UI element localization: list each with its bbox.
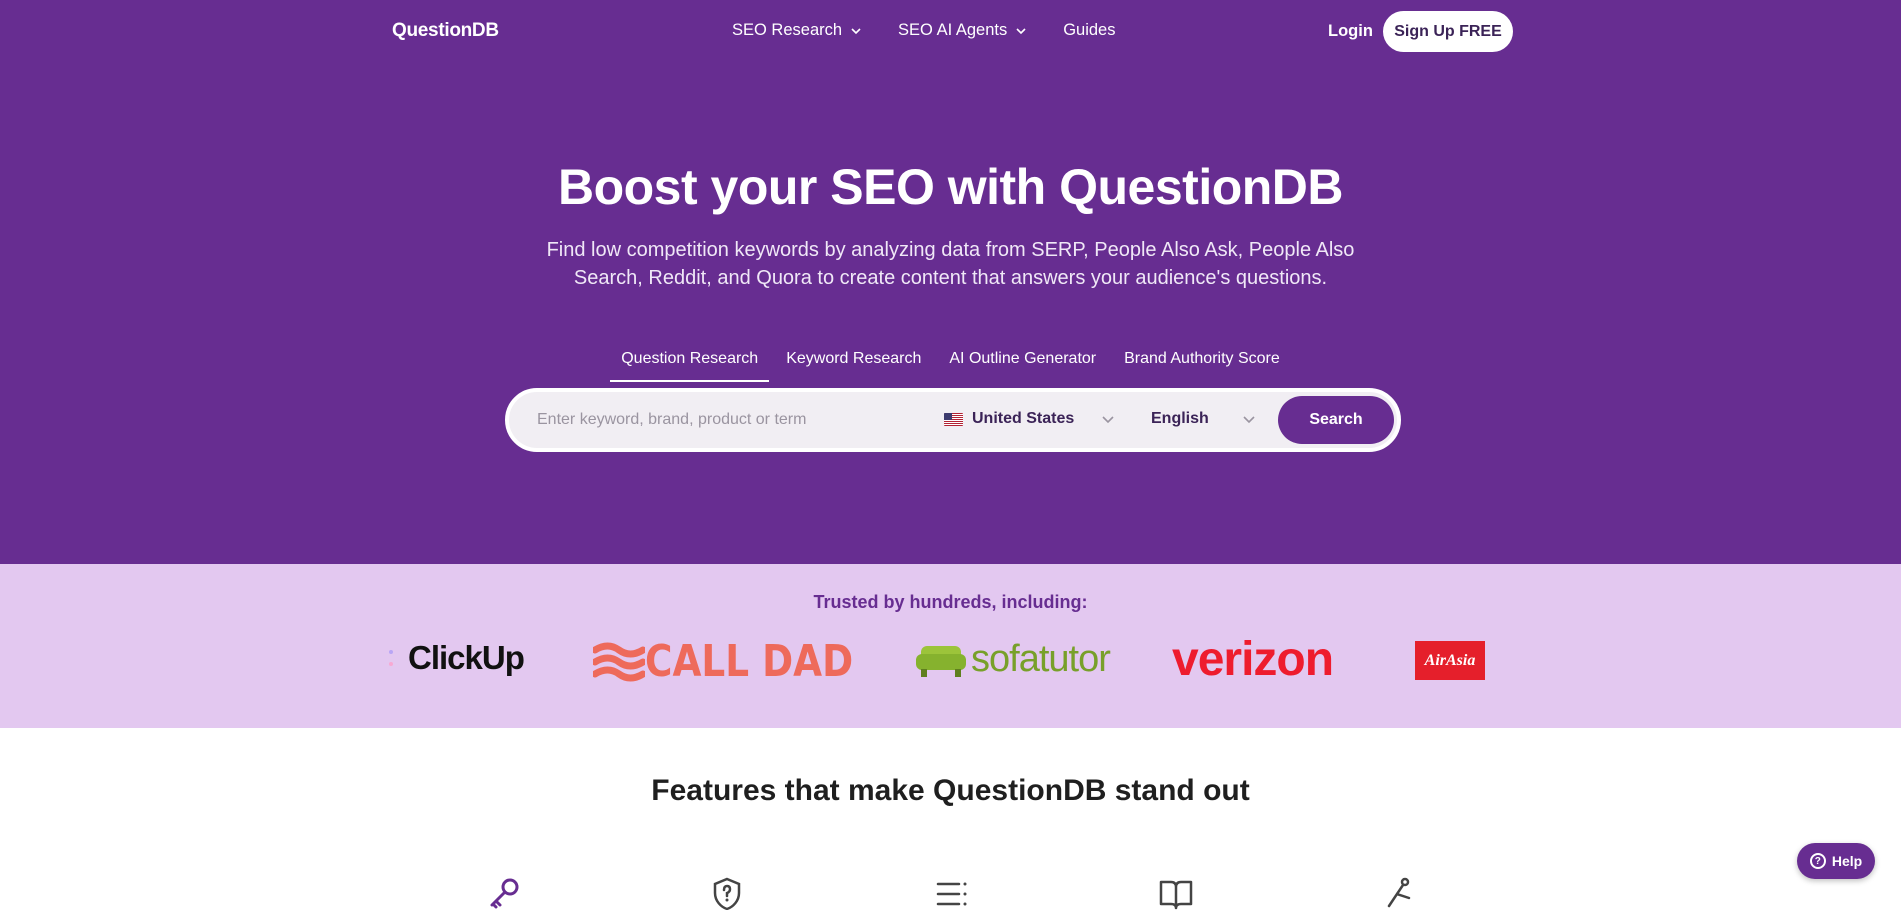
signup-button[interactable]: Sign Up FREE (1383, 11, 1513, 52)
nav-seo-ai-agents[interactable]: SEO AI Agents (898, 21, 1027, 40)
help-circle-icon: ? (1809, 853, 1826, 869)
language-select[interactable]: English (1151, 410, 1209, 428)
top-navigation: QuestionDB SEO Research SEO AI Agents Gu… (0, 0, 1901, 64)
list-icon (936, 882, 967, 906)
clickup-logo: ClickUp (386, 639, 525, 677)
search-button[interactable]: Search (1278, 396, 1394, 444)
hero-subtitle: Find low competition keywords by analyzi… (546, 239, 1355, 289)
calldad-logo: CALL DAD (593, 636, 890, 687)
clickup-wordmark: ClickUp (408, 639, 525, 676)
tab-question-research[interactable]: Question Research (610, 350, 770, 382)
chevron-down-icon (851, 27, 861, 34)
key-icon (490, 878, 519, 909)
calldad-wordmark: CALL DAD (645, 636, 854, 687)
chevron-down-icon[interactable] (1242, 412, 1256, 426)
waves-icon (593, 642, 645, 681)
search-input[interactable] (537, 402, 917, 438)
help-label: Help (1831, 853, 1863, 869)
tab-ai-outline-generator[interactable]: AI Outline Generator (938, 350, 1107, 382)
search-bar: United States English Search (505, 388, 1401, 452)
clickup-mark-icon (389, 650, 393, 666)
country-select[interactable]: United States (944, 410, 1074, 428)
country-label: United States (972, 410, 1075, 427)
airasia-logo: AirAsia (1415, 641, 1485, 680)
trusted-by-section: Trusted by hundreds, including: ClickUp … (0, 564, 1901, 728)
help-button[interactable]: ? Help (1797, 843, 1875, 879)
nav-link-label: SEO Research (732, 21, 843, 39)
login-link[interactable]: Login (1328, 22, 1373, 41)
shield-question-icon (713, 877, 741, 910)
chevron-down-icon (1016, 27, 1026, 34)
features-title: Features that make QuestionDB stand out (651, 774, 1250, 807)
nav-link-label: SEO AI Agents (898, 21, 1008, 39)
chevron-down-icon[interactable] (1101, 412, 1115, 426)
network-icon (1387, 877, 1411, 908)
nav-links: SEO Research SEO AI Agents Guides (732, 21, 1151, 40)
sofatutor-wordmark: sofatutor (971, 638, 1111, 680)
search-mode-tabs: Question Research Keyword Research AI Ou… (0, 350, 1901, 382)
verizon-logo: verizon (1172, 633, 1334, 686)
trusted-title: Trusted by hundreds, including: (813, 592, 1088, 612)
nav-link-label: Guides (1063, 21, 1116, 39)
us-flag-icon (944, 412, 963, 426)
sofa-icon (916, 645, 966, 677)
hero-section: QuestionDB SEO Research SEO AI Agents Gu… (0, 0, 1901, 564)
hero-title: Boost your SEO with QuestionDB (557, 159, 1344, 215)
tab-keyword-research[interactable]: Keyword Research (775, 350, 932, 382)
sofatutor-logo: sofatutor (915, 638, 1111, 681)
nav-seo-research[interactable]: SEO Research (732, 21, 862, 40)
book-open-icon (1159, 880, 1193, 910)
tab-brand-authority-score[interactable]: Brand Authority Score (1113, 350, 1291, 382)
site-logo[interactable]: QuestionDB (392, 20, 499, 42)
nav-guides[interactable]: Guides (1063, 21, 1115, 40)
